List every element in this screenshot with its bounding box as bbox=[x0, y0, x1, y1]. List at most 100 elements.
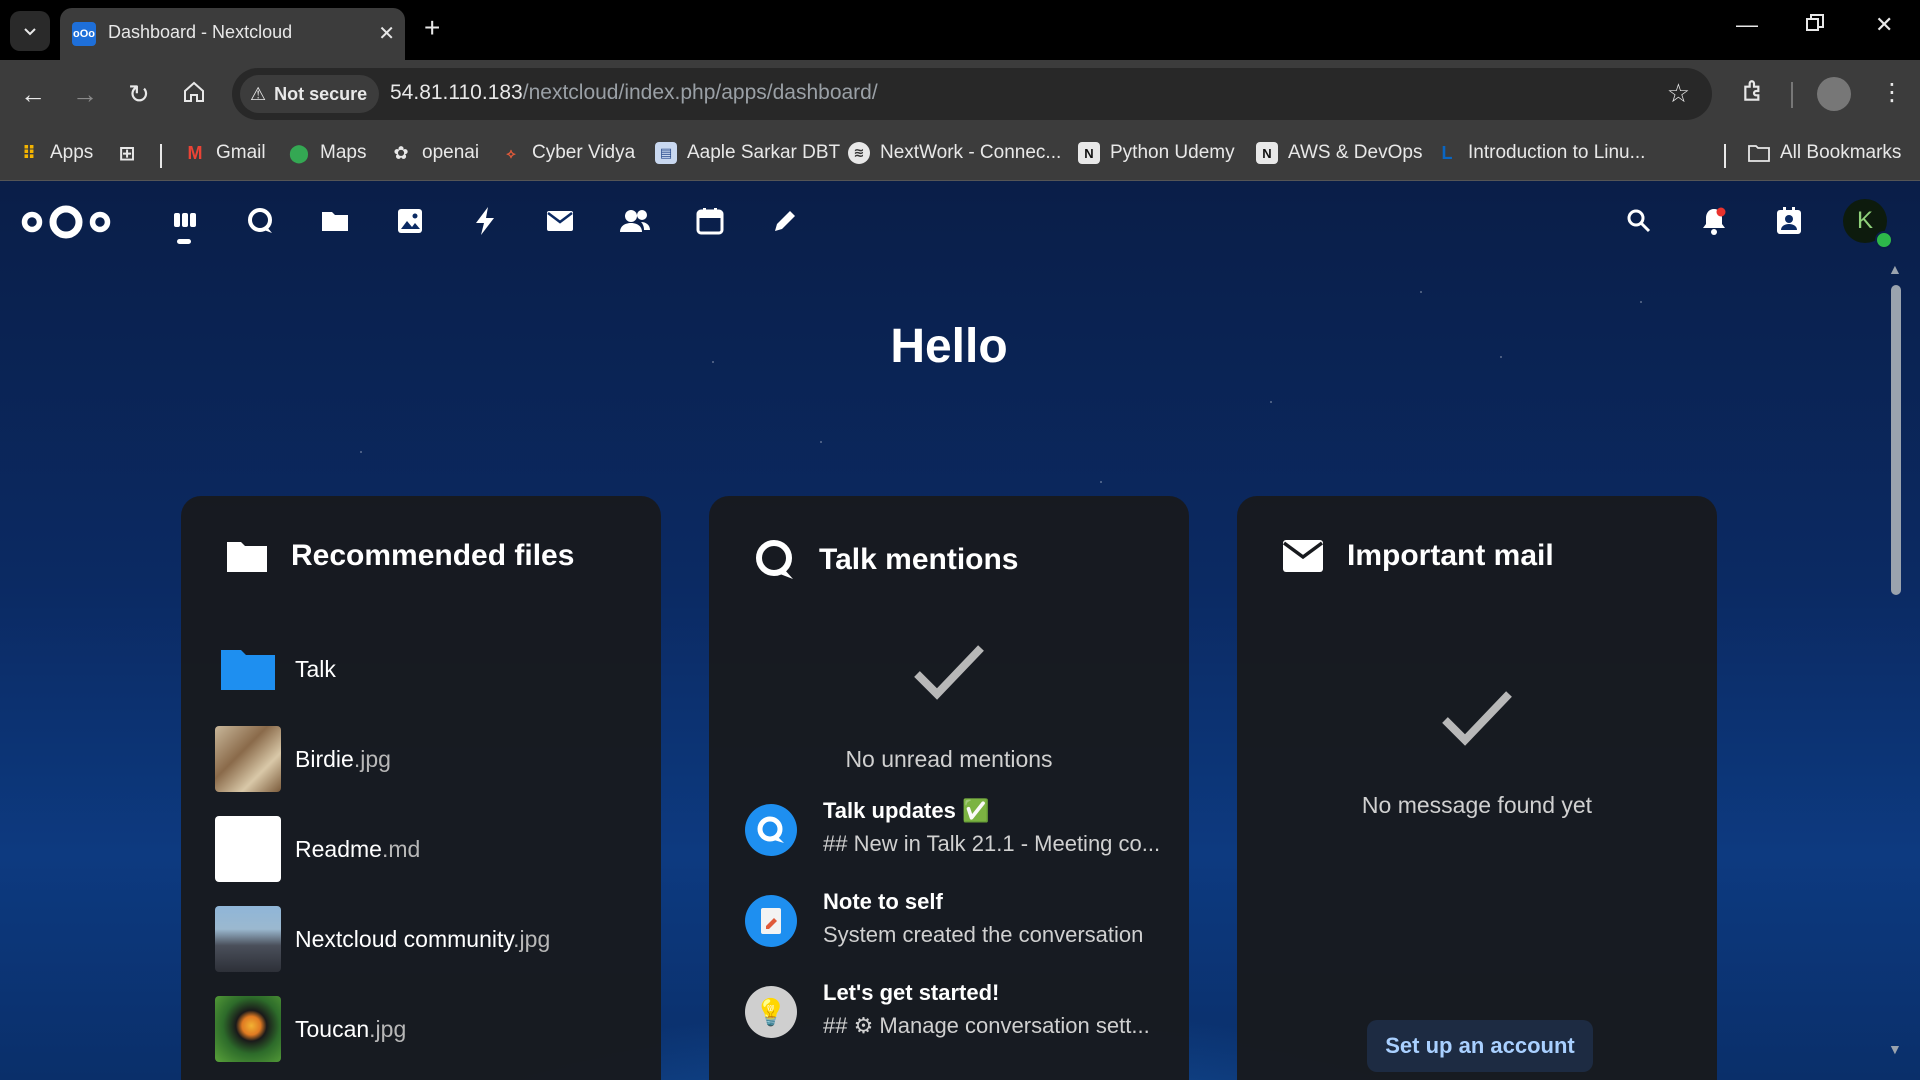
file-row-readme[interactable]: Readme.md bbox=[215, 816, 420, 882]
bookmark-label: Cyber Vidya bbox=[532, 142, 636, 163]
setup-account-button[interactable]: Set up an account bbox=[1367, 1020, 1593, 1072]
bookmarks-bar: ⠿ Apps ⊞ M Gmail ⬤ Maps ✿ openai ⟡ Cyber… bbox=[0, 130, 1920, 181]
forward-button[interactable]: → bbox=[72, 80, 98, 108]
bookmark-label: Aaple Sarkar DBT bbox=[687, 142, 841, 163]
minimize-button[interactable]: — bbox=[1736, 14, 1758, 36]
app-files[interactable] bbox=[317, 203, 353, 239]
openai-icon: ✿ bbox=[393, 142, 409, 163]
bookmark-python-udemy[interactable]: N Python Udemy bbox=[1078, 142, 1235, 164]
tab-title: Dashboard - Nextcloud bbox=[108, 22, 293, 42]
nextcloud-logo[interactable] bbox=[20, 203, 112, 246]
bookmark-grid[interactable]: ⊞ bbox=[116, 142, 138, 165]
conversation-note-to-self[interactable]: Note to self System created the conversa… bbox=[743, 889, 1163, 959]
scroll-up-arrow-icon[interactable]: ▲ bbox=[1888, 261, 1902, 277]
talk-logo-avatar bbox=[745, 804, 797, 856]
address-bar[interactable]: ⚠ Not secure 54.81.110.183/nextcloud/ind… bbox=[232, 68, 1712, 120]
note-icon bbox=[761, 908, 781, 934]
dashboard-icon bbox=[174, 213, 196, 227]
bookmark-label: Python Udemy bbox=[1110, 142, 1235, 163]
app-talk[interactable] bbox=[242, 203, 278, 239]
close-tab-icon[interactable]: ✕ bbox=[378, 21, 395, 46]
bookmark-aaple-sarkar[interactable]: ▤ Aaple Sarkar DBT bbox=[655, 142, 840, 164]
conversation-lets-get-started[interactable]: 💡 Let's get started! ## ⚙ Manage convers… bbox=[743, 980, 1163, 1050]
bookmark-label: openai bbox=[422, 142, 480, 163]
all-bookmarks[interactable]: All Bookmarks bbox=[1748, 142, 1901, 164]
url-host: 54.81.110.183 bbox=[390, 81, 523, 104]
home-button[interactable] bbox=[182, 80, 206, 109]
folder-blue-icon bbox=[215, 636, 281, 702]
extensions-button[interactable] bbox=[1741, 78, 1767, 111]
active-tab[interactable]: oOo Dashboard - Nextcloud ✕ bbox=[60, 8, 405, 60]
contacts-menu-button[interactable] bbox=[1771, 203, 1807, 239]
background-star bbox=[1100, 481, 1102, 483]
bookmark-label: NextWork - Connec... bbox=[880, 142, 1062, 163]
conversation-talk-updates[interactable]: Talk updates ✅ ## New in Talk 21.1 - Mee… bbox=[743, 798, 1163, 868]
bookmark-maps[interactable]: ⬤ Maps bbox=[288, 142, 367, 164]
file-row-talk[interactable]: Talk bbox=[215, 636, 336, 702]
app-notes[interactable] bbox=[767, 203, 803, 239]
restore-button[interactable] bbox=[1806, 14, 1824, 36]
back-button[interactable]: ← bbox=[20, 80, 46, 108]
security-label: Not secure bbox=[274, 83, 368, 104]
reload-button[interactable]: ↻ bbox=[128, 80, 150, 108]
folder-icon bbox=[227, 542, 267, 572]
background-star bbox=[1640, 301, 1642, 303]
note-avatar bbox=[745, 895, 797, 947]
conversation-title-text: Talk updates bbox=[823, 798, 956, 823]
nextwork-icon: ≋ bbox=[848, 142, 870, 164]
photos-icon bbox=[398, 209, 422, 233]
bookmark-apps[interactable]: ⠿ Apps bbox=[18, 142, 93, 164]
profile-avatar[interactable] bbox=[1817, 77, 1851, 111]
security-chip[interactable]: ⚠ Not secure bbox=[240, 75, 380, 113]
bookmark-star-icon[interactable]: ☆ bbox=[1667, 78, 1690, 109]
app-activity[interactable] bbox=[467, 203, 503, 239]
folder-outline-icon bbox=[1748, 142, 1770, 164]
lightbulb-icon: 💡 bbox=[754, 996, 788, 1027]
bookmark-intro-linux[interactable]: L Introduction to Linu... bbox=[1436, 142, 1646, 164]
grid-icon: ⊞ bbox=[118, 142, 136, 165]
bookmark-label: Gmail bbox=[216, 142, 266, 163]
unified-search-button[interactable] bbox=[1621, 203, 1657, 239]
file-row-toucan[interactable]: Toucan.jpg bbox=[215, 996, 406, 1062]
new-tab-button[interactable]: + bbox=[424, 14, 440, 42]
conversation-title: Note to self bbox=[823, 889, 943, 914]
file-name: Talk bbox=[295, 655, 336, 682]
check-badge-icon: ✅ bbox=[961, 798, 990, 823]
file-row-community[interactable]: Nextcloud community.jpg bbox=[215, 906, 550, 972]
app-contacts[interactable] bbox=[617, 203, 653, 239]
empty-state-text: No message found yet bbox=[1361, 792, 1593, 818]
gmail-icon: M bbox=[187, 142, 203, 163]
file-name: Nextcloud community bbox=[295, 925, 514, 952]
close-window-button[interactable]: ✕ bbox=[1875, 14, 1893, 36]
bookmark-aws-devops[interactable]: N AWS & DevOps bbox=[1256, 142, 1422, 164]
tab-search-button[interactable] bbox=[10, 11, 50, 51]
mail-icon bbox=[547, 211, 573, 231]
file-name: Readme bbox=[295, 835, 382, 862]
notifications-button[interactable] bbox=[1696, 203, 1732, 239]
app-calendar[interactable] bbox=[692, 203, 728, 239]
file-row-birdie[interactable]: Birdie.jpg bbox=[215, 726, 391, 792]
conversation-title: Let's get started! bbox=[823, 980, 1000, 1005]
file-extension: .jpg bbox=[353, 745, 391, 772]
document-icon: ▤ bbox=[655, 142, 677, 164]
bell-icon bbox=[1703, 207, 1726, 235]
menu-kebab-icon[interactable]: ⋮ bbox=[1880, 78, 1904, 107]
app-photos[interactable] bbox=[392, 203, 428, 239]
contacts-icon bbox=[620, 210, 650, 232]
active-app-indicator bbox=[177, 239, 191, 244]
app-dashboard[interactable] bbox=[167, 203, 203, 239]
bookmark-gmail[interactable]: M Gmail bbox=[184, 142, 266, 164]
bookmark-nextwork[interactable]: ≋ NextWork - Connec... bbox=[848, 142, 1061, 164]
birdie-thumbnail bbox=[215, 726, 281, 792]
bookmark-cyber-vidya[interactable]: ⟡ Cyber Vidya bbox=[500, 142, 635, 164]
conversation-subtitle: ## New in Talk 21.1 - Meeting co... bbox=[823, 831, 1161, 856]
background-star bbox=[1420, 291, 1422, 293]
scroll-down-arrow-icon[interactable]: ▼ bbox=[1888, 1041, 1902, 1057]
files-icon bbox=[322, 212, 348, 231]
lightbulb-avatar: 💡 bbox=[745, 986, 797, 1038]
scrollbar-thumb[interactable] bbox=[1891, 285, 1901, 595]
app-mail[interactable] bbox=[542, 203, 578, 239]
bookmark-label: Apps bbox=[50, 142, 94, 163]
bookmark-openai[interactable]: ✿ openai bbox=[390, 142, 479, 164]
checkmark-icon bbox=[914, 645, 984, 700]
